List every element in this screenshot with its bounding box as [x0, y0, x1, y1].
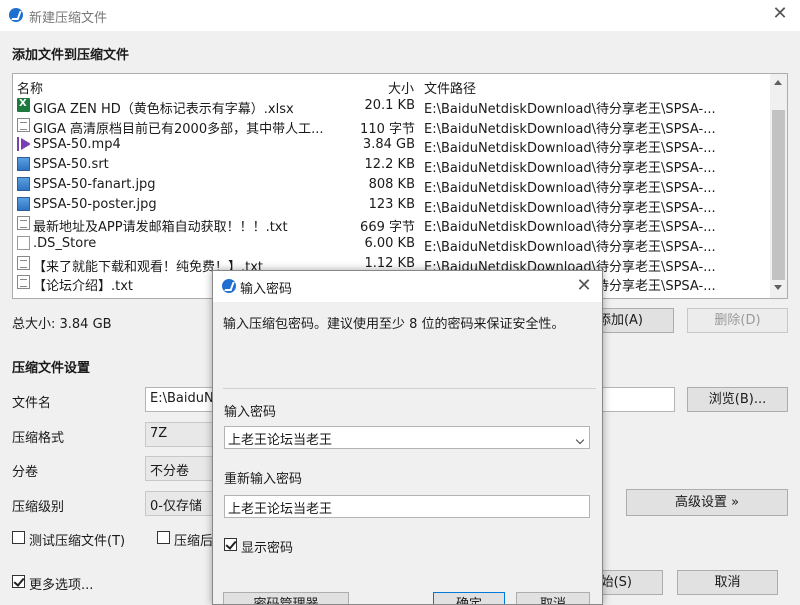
advanced-settings-button[interactable]: 高级设置 »	[626, 489, 788, 516]
file-size: 20.1 KB	[364, 98, 415, 113]
file-row[interactable]: 最新地址及APP请发邮箱自动获取！！！.txt 669 字节 E:\BaiduNet…	[13, 214, 771, 236]
file-path: E:\BaiduNetdiskDownload\待分享老王\SPSA-...	[424, 200, 716, 216]
show-password-checkbox[interactable]	[224, 538, 237, 551]
file-size: 3.84 GB	[362, 137, 415, 153]
video-icon	[17, 137, 30, 152]
file-name: SPSA-50.srt	[33, 157, 109, 173]
dialog-description: 输入压缩包密码。建议使用至少 8 位的密码来保证安全性。	[223, 317, 565, 332]
format-label: 压缩格式	[12, 431, 65, 446]
app-logo-icon	[9, 8, 23, 22]
confirm-password-label: 重新输入密码	[224, 472, 303, 487]
document-icon	[17, 275, 30, 290]
delete-button[interactable]: 删除(D)	[687, 308, 788, 333]
file-row[interactable]: SPSA-50.srt 12.2 KB E:\BaiduNetdiskDownloa…	[13, 155, 771, 177]
file-size: 6.00 KB	[364, 235, 415, 251]
password-input[interactable]: 上老王论坛当老王	[224, 426, 590, 449]
total-size: 总大小: 3.84 GB	[12, 317, 112, 332]
test-archive-checkbox[interactable]	[12, 531, 25, 544]
format-select[interactable]: 7Z	[145, 422, 215, 447]
column-size-header[interactable]: 大小	[388, 78, 414, 97]
file-size: 110 字节	[360, 121, 415, 137]
file-name: GIGA 高清原档目前已有2000多部，其中带人工...	[33, 121, 324, 137]
password-label: 输入密码	[224, 405, 277, 420]
title-bar: 新建压缩文件 ✕	[0, 0, 800, 31]
image-icon	[17, 196, 30, 211]
scrollbar-thumb[interactable]	[772, 110, 785, 280]
file-size: 808 KB	[368, 176, 415, 192]
scroll-up-icon[interactable]	[774, 80, 782, 85]
file-path: E:\BaiduNetdiskDownload\待分享老王\SPSA-...	[424, 121, 716, 137]
blank-file-icon	[17, 235, 30, 250]
file-row[interactable]: SPSA-50-fanart.jpg 808 KB E:\BaiduNetdiskD…	[13, 175, 771, 196]
file-list[interactable]: 名称 大小 文件路径 GIGA ZEN HD（黄色标记表示有字幕）.xlsx 20…	[12, 73, 788, 299]
after-compress-label: 压缩后	[174, 534, 214, 549]
password-manager-button[interactable]: 密码管理器	[223, 592, 349, 604]
file-path: E:\BaiduNetdiskDownload\待分享老王\SPSA-...	[424, 102, 716, 117]
file-name: 最新地址及APP请发邮箱自动获取！！！.txt	[33, 220, 288, 236]
file-size: 669 字节	[360, 220, 415, 236]
file-name: SPSA-50-poster.jpg	[33, 196, 157, 212]
column-path-header[interactable]: 文件路径	[424, 78, 476, 97]
file-row[interactable]: SPSA-50.mp4 3.84 GB E:\BaiduNetdiskDownloa…	[13, 135, 771, 157]
file-path: E:\BaiduNetdiskDownload\待分享老王\SPSA-...	[424, 220, 716, 236]
file-list-header: 名称 大小 文件路径	[13, 76, 771, 97]
dialog-cancel-button[interactable]: 取消	[516, 592, 590, 604]
after-compress-checkbox[interactable]	[157, 531, 170, 544]
file-name: GIGA ZEN HD（黄色标记表示有字幕）.xlsx	[33, 102, 294, 117]
password-value: 上老王论坛当老王	[228, 433, 333, 448]
settings-heading: 压缩文件设置	[12, 361, 91, 376]
confirm-password-input[interactable]: 上老王论坛当老王	[224, 495, 590, 518]
more-options-checkbox[interactable]	[12, 575, 25, 588]
split-select[interactable]: 不分卷	[145, 456, 215, 481]
file-row[interactable]: .DS_Store 6.00 KB E:\BaiduNetdiskDownload\…	[13, 234, 771, 255]
show-password-label: 显示密码	[241, 541, 294, 556]
file-row[interactable]: SPSA-50-poster.jpg 123 KB E:\BaiduNetdiskD…	[13, 195, 771, 216]
file-name: .DS_Store	[33, 235, 97, 251]
level-label: 压缩级别	[12, 500, 65, 515]
xlsx-icon	[17, 98, 30, 112]
document-icon	[17, 255, 30, 270]
cancel-button[interactable]: 取消	[677, 570, 778, 595]
dialog-title: 输入密码	[240, 282, 293, 297]
file-size: 12.2 KB	[364, 157, 415, 173]
document-icon	[17, 216, 30, 231]
file-size: 1.12 KB	[364, 255, 415, 271]
file-list-scrollbar[interactable]	[770, 74, 787, 298]
level-select[interactable]: 0-仅存储	[145, 491, 215, 516]
column-name-header[interactable]: 名称	[17, 78, 43, 97]
file-name: SPSA-50.mp4	[33, 137, 121, 153]
scroll-down-icon[interactable]	[774, 285, 782, 290]
filename-label: 文件名	[12, 396, 52, 411]
file-row[interactable]: GIGA 高清原档目前已有2000多部，其中带人工... 110 字节 E:\Bai…	[13, 116, 771, 137]
file-size: 123 KB	[368, 196, 415, 212]
document-icon	[17, 117, 30, 132]
window-title: 新建压缩文件	[29, 11, 108, 26]
dialog-divider	[223, 388, 596, 389]
file-path: E:\BaiduNetdiskDownload\待分享老王\SPSA-...	[424, 161, 716, 177]
split-label: 分卷	[12, 465, 39, 480]
image-icon	[17, 157, 30, 172]
dialog-close-icon[interactable]: ✕	[574, 276, 594, 296]
ok-button[interactable]: 确定	[433, 592, 505, 604]
browse-button[interactable]: 浏览(B)...	[687, 387, 788, 412]
file-path: E:\BaiduNetdiskDownload\待分享老王\SPSA-...	[424, 239, 716, 255]
file-row[interactable]: GIGA ZEN HD（黄色标记表示有字幕）.xlsx 20.1 KB E:\Bai…	[13, 96, 771, 117]
test-archive-label: 测试压缩文件(T)	[29, 534, 126, 549]
file-name: SPSA-50-fanart.jpg	[33, 176, 156, 192]
dialog-title-bar: 输入密码 ✕	[213, 271, 602, 302]
file-path: E:\BaiduNetdiskDownload\待分享老王\SPSA-...	[424, 141, 716, 157]
chevron-down-icon[interactable]	[575, 435, 585, 445]
image-icon	[17, 176, 30, 191]
file-path: E:\BaiduNetdiskDownload\待分享老王\SPSA-...	[424, 180, 716, 196]
close-icon[interactable]: ✕	[770, 4, 790, 24]
more-options-label: 更多选项...	[29, 578, 94, 593]
password-dialog: 输入密码 ✕ 输入压缩包密码。建议使用至少 8 位的密码来保证安全性。 输入密码…	[212, 270, 603, 605]
add-files-heading: 添加文件到压缩文件	[12, 48, 130, 63]
dialog-app-icon	[222, 279, 236, 293]
